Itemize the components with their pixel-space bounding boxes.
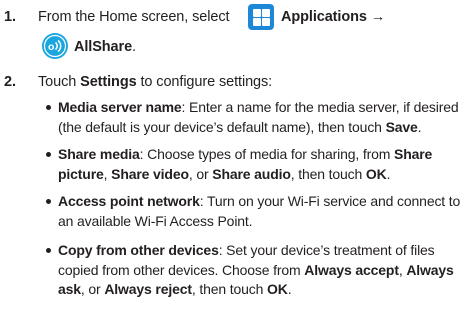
bullet-line: Copy from other devices: Set your device…	[58, 241, 468, 261]
bullet-desc: , or	[188, 165, 209, 182]
share-audio-label: Share audio	[212, 165, 291, 182]
arrow-glyph: →	[370, 9, 386, 25]
bullet-dot	[46, 199, 51, 204]
step-1-period: .	[132, 39, 136, 55]
bullet-end: .	[386, 165, 391, 182]
step-1-line-1b: Applications →	[281, 7, 385, 27]
svg-text:o: o	[48, 41, 54, 53]
bullet-dot	[46, 248, 51, 253]
bullet-line: Share media: Choose types of media for s…	[58, 145, 468, 165]
bullet-text: Access point network: Turn on your Wi-Fi…	[58, 192, 468, 231]
bullet-desc: : Set your device’s treatment of files	[218, 242, 435, 258]
bullet-term: Copy from other devices	[58, 242, 219, 258]
bullet-line: (the default is your device’s default na…	[58, 118, 468, 138]
allshare-label: AllShare	[74, 39, 133, 55]
bullet-desc: : Choose types of media for sharing, fro…	[139, 146, 391, 162]
bullet-desc: , then touch	[290, 165, 363, 182]
share-video-label: Share video	[111, 165, 189, 182]
bullet-desc: : Turn on your Wi-Fi service and connect…	[199, 193, 461, 209]
step-1-line-2: AllShare.	[74, 37, 136, 57]
bullet-line: ask, or Always reject, then touch OK.	[58, 280, 468, 300]
bullet-desc: ,	[398, 261, 403, 278]
bullet-line: Access point network: Turn on your Wi-Fi…	[58, 192, 468, 212]
step-2: 2. Touch Settings to configure settings:	[0, 72, 472, 92]
bullet-copy-from-other-devices: Copy from other devices: Set your device…	[46, 241, 468, 303]
bullet-end: .	[287, 281, 292, 297]
step-2-line: Touch Settings to configure settings:	[38, 72, 272, 92]
bullet-dot	[46, 105, 51, 110]
bullet-desc: , then touch	[191, 281, 264, 297]
bullet-line: copied from other devices. Choose from A…	[58, 261, 468, 281]
bullet-desc: copied from other devices. Choose from	[58, 261, 301, 278]
bullet-line: an available Wi-Fi Access Point.	[58, 212, 468, 232]
applications-label: Applications	[281, 9, 367, 25]
allshare-icon: o	[42, 33, 68, 59]
step-1: 1. From the Home screen, select Applicat…	[0, 4, 472, 60]
bullet-dot	[46, 152, 51, 157]
step-2-prefix: Touch	[38, 74, 77, 90]
bullet-text: Share media: Choose types of media for s…	[58, 145, 468, 184]
always-reject-label: Always reject	[104, 281, 192, 297]
bullet-desc: : Enter a name for the media server, if …	[181, 99, 459, 115]
bullet-text: Media server name: Enter a name for the …	[58, 98, 468, 137]
bullet-term: Access point network	[58, 193, 200, 209]
always-accept-label: Always accept	[304, 261, 399, 278]
step-2-number: 2.	[4, 74, 16, 90]
save-label: Save	[385, 118, 418, 135]
bullet-desc: ,	[103, 165, 108, 182]
share-picture-label: picture	[58, 165, 104, 182]
step-2-suffix: to configure settings:	[140, 74, 273, 90]
always-ask-label: Always	[406, 261, 454, 278]
bullet-line: Media server name: Enter a name for the …	[58, 98, 468, 118]
ok-label: OK	[365, 165, 387, 182]
ok-label: OK	[266, 281, 288, 297]
step-1-prefix: From the Home screen, select	[38, 9, 230, 25]
bullet-line: picture, Share video, or Share audio, th…	[58, 165, 468, 185]
bullet-desc: , or	[80, 281, 101, 297]
instruction-document: 1. From the Home screen, select Applicat…	[0, 0, 472, 325]
step-1-number: 1.	[4, 9, 16, 25]
settings-label: Settings	[80, 74, 137, 90]
bullet-share-media: Share media: Choose types of media for s…	[46, 145, 468, 185]
bullet-text: Copy from other devices: Set your device…	[58, 241, 468, 300]
applications-grid-icon	[248, 4, 274, 30]
bullet-access-point-network: Access point network: Turn on your Wi-Fi…	[46, 192, 468, 232]
settings-bullet-list: Media server name: Enter a name for the …	[46, 98, 466, 325]
bullet-term: Media server name	[58, 99, 182, 115]
always-ask-label: ask	[58, 281, 81, 297]
share-picture-label: Share	[394, 146, 433, 162]
bullet-end: .	[417, 118, 422, 135]
bullet-desc: (the default is your device’s default na…	[58, 118, 382, 135]
bullet-term: Share media	[58, 146, 140, 162]
step-1-line-1: From the Home screen, select	[38, 7, 230, 27]
bullet-desc: an available Wi-Fi Access Point.	[58, 212, 253, 229]
bullet-media-server-name: Media server name: Enter a name for the …	[46, 98, 468, 138]
